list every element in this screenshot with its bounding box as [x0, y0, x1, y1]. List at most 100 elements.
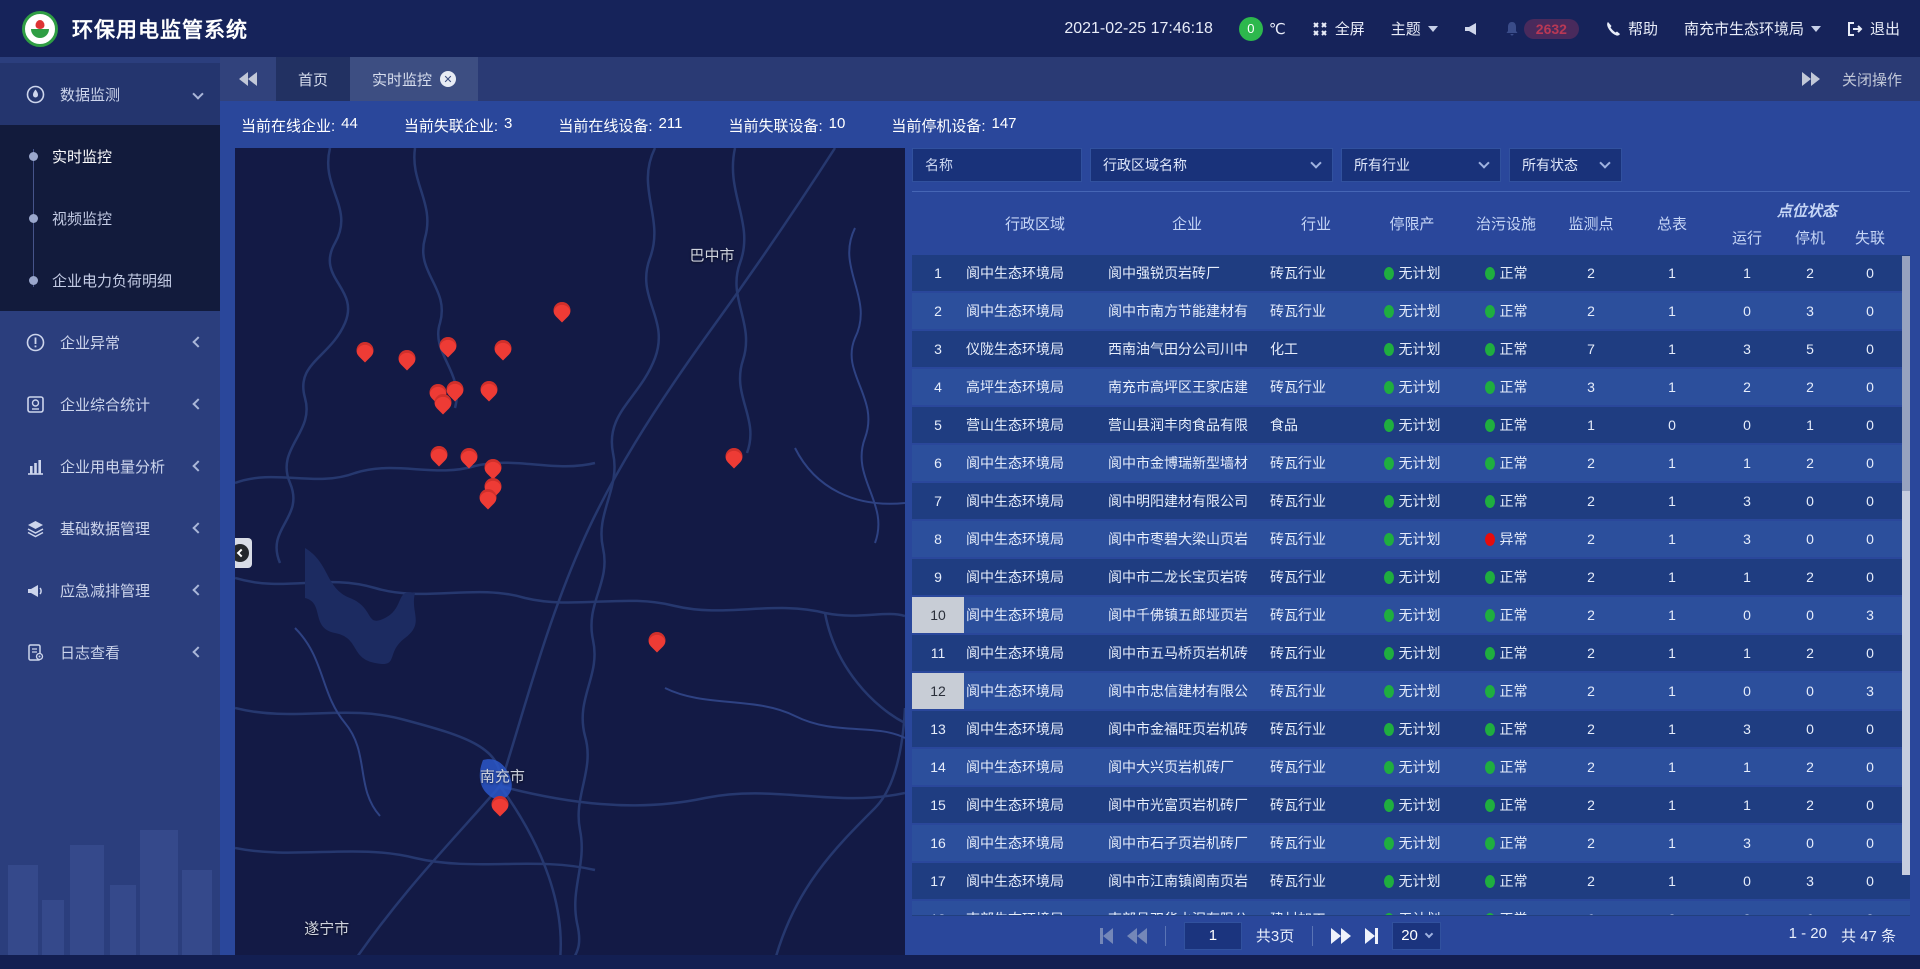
close-tab-icon[interactable]: ✕ [440, 71, 456, 87]
industry-select[interactable]: 所有行业 [1341, 148, 1501, 182]
notification-count-badge: 2632 [1524, 19, 1579, 39]
cell-offline: 0 [1840, 835, 1900, 851]
cell-total-meters: 1 [1630, 835, 1714, 851]
panel-collapse-button[interactable] [235, 538, 252, 568]
status-dot-icon [1485, 837, 1495, 850]
sidebar-item-video-monitoring[interactable]: 视频监控 [0, 187, 220, 249]
tabs-scroll-left-button[interactable] [220, 57, 276, 101]
map-marker-pin[interactable] [480, 489, 497, 506]
prev-page-button[interactable] [1127, 928, 1147, 944]
map-marker-pin[interactable] [484, 459, 501, 476]
sidebar-item-enterprise-statistics[interactable]: 企业综合统计 [0, 373, 220, 435]
map-marker-pin[interactable] [430, 446, 447, 463]
cell-production-status: 无计划 [1364, 415, 1460, 435]
stat-item: 当前在线设备: 211 [558, 115, 682, 136]
cell-facility-status: 正常 [1460, 795, 1552, 815]
last-page-button[interactable] [1365, 928, 1378, 944]
status-dot-icon [1384, 495, 1394, 508]
enterprise-list-panel: 名称 行政区域名称 所有行业 所有状态 [912, 148, 1910, 955]
cell-running: 1 [1714, 455, 1780, 471]
sidebar-item-label: 企业异常 [60, 332, 194, 353]
map-marker-pin[interactable] [553, 302, 570, 319]
sidebar-item-base-data[interactable]: 基础数据管理 [0, 497, 220, 559]
map-marker-pin[interactable] [399, 350, 416, 367]
sidebar-item-enterprise-anomaly[interactable]: 企业异常 [0, 311, 220, 373]
table-row[interactable]: 15 阆中生态环境局 阆中市光富页岩机砖厂 砖瓦行业 无计划 正常 2 1 1 … [912, 787, 1910, 823]
sidebar-item-realtime-monitoring[interactable]: 实时监控 [0, 125, 220, 187]
col-header-run: 运行 [1714, 227, 1780, 252]
table-row[interactable]: 8 阆中生态环境局 阆中市枣碧大梁山页岩 砖瓦行业 无计划 异常 2 1 3 0… [912, 521, 1910, 557]
table-row[interactable]: 5 营山生态环境局 营山县润丰肉食品有限 食品 无计划 正常 1 0 0 1 0 [912, 407, 1910, 443]
theme-dropdown[interactable]: 主题 [1391, 18, 1438, 39]
bell-icon [1504, 21, 1520, 37]
table-scrollbar[interactable] [1902, 256, 1910, 875]
close-operations-button[interactable]: 关闭操作 [1842, 69, 1902, 90]
name-search-input[interactable]: 名称 [912, 148, 1082, 182]
map-marker-pin[interactable] [649, 632, 666, 649]
map-marker-pin[interactable] [480, 381, 497, 398]
table-row[interactable]: 7 阆中生态环境局 阆中明阳建材有限公司 砖瓦行业 无计划 正常 2 1 3 0… [912, 483, 1910, 519]
cell-offline: 0 [1840, 303, 1900, 319]
map-marker-pin[interactable] [726, 448, 743, 465]
map-marker-pin[interactable] [460, 448, 477, 465]
cell-stopped: 0 [1780, 683, 1840, 699]
table-row[interactable]: 9 阆中生态环境局 阆中市二龙长宝页岩砖 砖瓦行业 无计划 正常 2 1 1 2… [912, 559, 1910, 595]
table-row[interactable]: 17 阆中生态环境局 阆中市江南镇阆南页岩 砖瓦行业 无计划 正常 2 1 0 … [912, 863, 1910, 899]
table-row[interactable]: 1 阆中生态环境局 阆中强锐页岩砖厂 砖瓦行业 无计划 正常 2 1 1 2 0 [912, 255, 1910, 291]
tab-home[interactable]: 首页 [276, 57, 350, 101]
cell-total-meters: 1 [1630, 341, 1714, 357]
table-row[interactable]: 6 阆中生态环境局 阆中市金博瑞新型墙材 砖瓦行业 无计划 正常 2 1 1 2… [912, 445, 1910, 481]
sidebar-item-log-view[interactable]: 日志查看 [0, 621, 220, 683]
table-row[interactable]: 18 南部生态环境局 南部县双华水泥有限公 建材加工 无计划 正常 6 0 0 … [912, 901, 1910, 915]
first-page-button[interactable] [1100, 928, 1113, 944]
page-size-select[interactable]: 20 [1392, 922, 1441, 950]
region-select[interactable]: 行政区域名称 [1090, 148, 1333, 182]
sound-toggle-button[interactable] [1464, 22, 1478, 36]
tab-realtime-monitoring[interactable]: 实时监控 ✕ [350, 57, 478, 101]
cell-facility-status: 正常 [1460, 871, 1552, 891]
map-panel[interactable]: 巴中市南充市遂宁市 [235, 148, 905, 955]
cell-stopped: 0 [1780, 607, 1840, 623]
table-row[interactable]: 14 阆中生态环境局 阆中大兴页岩机砖厂 砖瓦行业 无计划 正常 2 1 1 2… [912, 749, 1910, 785]
status-dot-icon [1384, 305, 1394, 318]
row-index: 10 [912, 597, 964, 633]
map-marker-pin[interactable] [492, 796, 509, 813]
bottom-strip [0, 955, 1920, 969]
cell-total-meters: 1 [1630, 569, 1714, 585]
logout-button[interactable]: 退出 [1847, 18, 1900, 39]
notifications-button[interactable]: 2632 [1504, 19, 1579, 39]
cell-production-status: 无计划 [1364, 453, 1460, 473]
table-row[interactable]: 10 阆中生态环境局 阆中千佛镇五郎垭页岩 砖瓦行业 无计划 正常 2 1 0 … [912, 597, 1910, 633]
double-chevron-right-icon[interactable] [1802, 72, 1820, 86]
sidebar-item-power-analysis[interactable]: 企业用电量分析 [0, 435, 220, 497]
cell-offline: 0 [1840, 455, 1900, 471]
map-marker-pin[interactable] [440, 337, 457, 354]
sidebar-item-power-load-detail[interactable]: 企业电力负荷明细 [0, 249, 220, 311]
cell-stopped: 2 [1780, 645, 1840, 661]
table-row[interactable]: 13 阆中生态环境局 阆中市金福旺页岩机砖 砖瓦行业 无计划 正常 2 1 3 … [912, 711, 1910, 747]
status-dot-icon [1485, 913, 1495, 916]
page-number-input[interactable]: 1 [1184, 922, 1242, 950]
help-button[interactable]: 帮助 [1605, 18, 1658, 39]
table-row[interactable]: 2 阆中生态环境局 阆中市南方节能建材有 砖瓦行业 无计划 正常 2 1 0 3… [912, 293, 1910, 329]
map-marker-pin[interactable] [495, 340, 512, 357]
table-row[interactable]: 11 阆中生态环境局 阆中市五马桥页岩机砖 砖瓦行业 无计划 正常 2 1 1 … [912, 635, 1910, 671]
chevron-left-icon [192, 460, 203, 471]
fullscreen-button[interactable]: 全屏 [1312, 18, 1365, 39]
cell-total-meters: 1 [1630, 265, 1714, 281]
cell-total-meters: 1 [1630, 797, 1714, 813]
map-marker-pin[interactable] [446, 381, 463, 398]
map-marker-pin[interactable] [356, 342, 373, 359]
table-row[interactable]: 3 仪陇生态环境局 西南油气田分公司川中 化工 无计划 正常 7 1 3 5 0 [912, 331, 1910, 367]
sidebar-item-data-monitoring[interactable]: 数据监测 [0, 63, 220, 125]
next-page-button[interactable] [1331, 928, 1351, 944]
table-row[interactable]: 16 阆中生态环境局 阆中市石子页岩机砖厂 砖瓦行业 无计划 正常 2 1 3 … [912, 825, 1910, 861]
sidebar-item-emergency-reduction[interactable]: 应急减排管理 [0, 559, 220, 621]
org-dropdown[interactable]: 南充市生态环境局 [1684, 18, 1821, 39]
table-row[interactable]: 12 阆中生态环境局 阆中市忠信建材有限公 砖瓦行业 无计划 正常 2 1 0 … [912, 673, 1910, 709]
cell-industry: 砖瓦行业 [1268, 757, 1364, 777]
cell-production-status: 无计划 [1364, 757, 1460, 777]
status-select[interactable]: 所有状态 [1509, 148, 1622, 182]
table-row[interactable]: 4 高坪生态环境局 南充市高坪区王家店建 砖瓦行业 无计划 正常 3 1 2 2… [912, 369, 1910, 405]
status-dot-icon [1485, 609, 1495, 622]
